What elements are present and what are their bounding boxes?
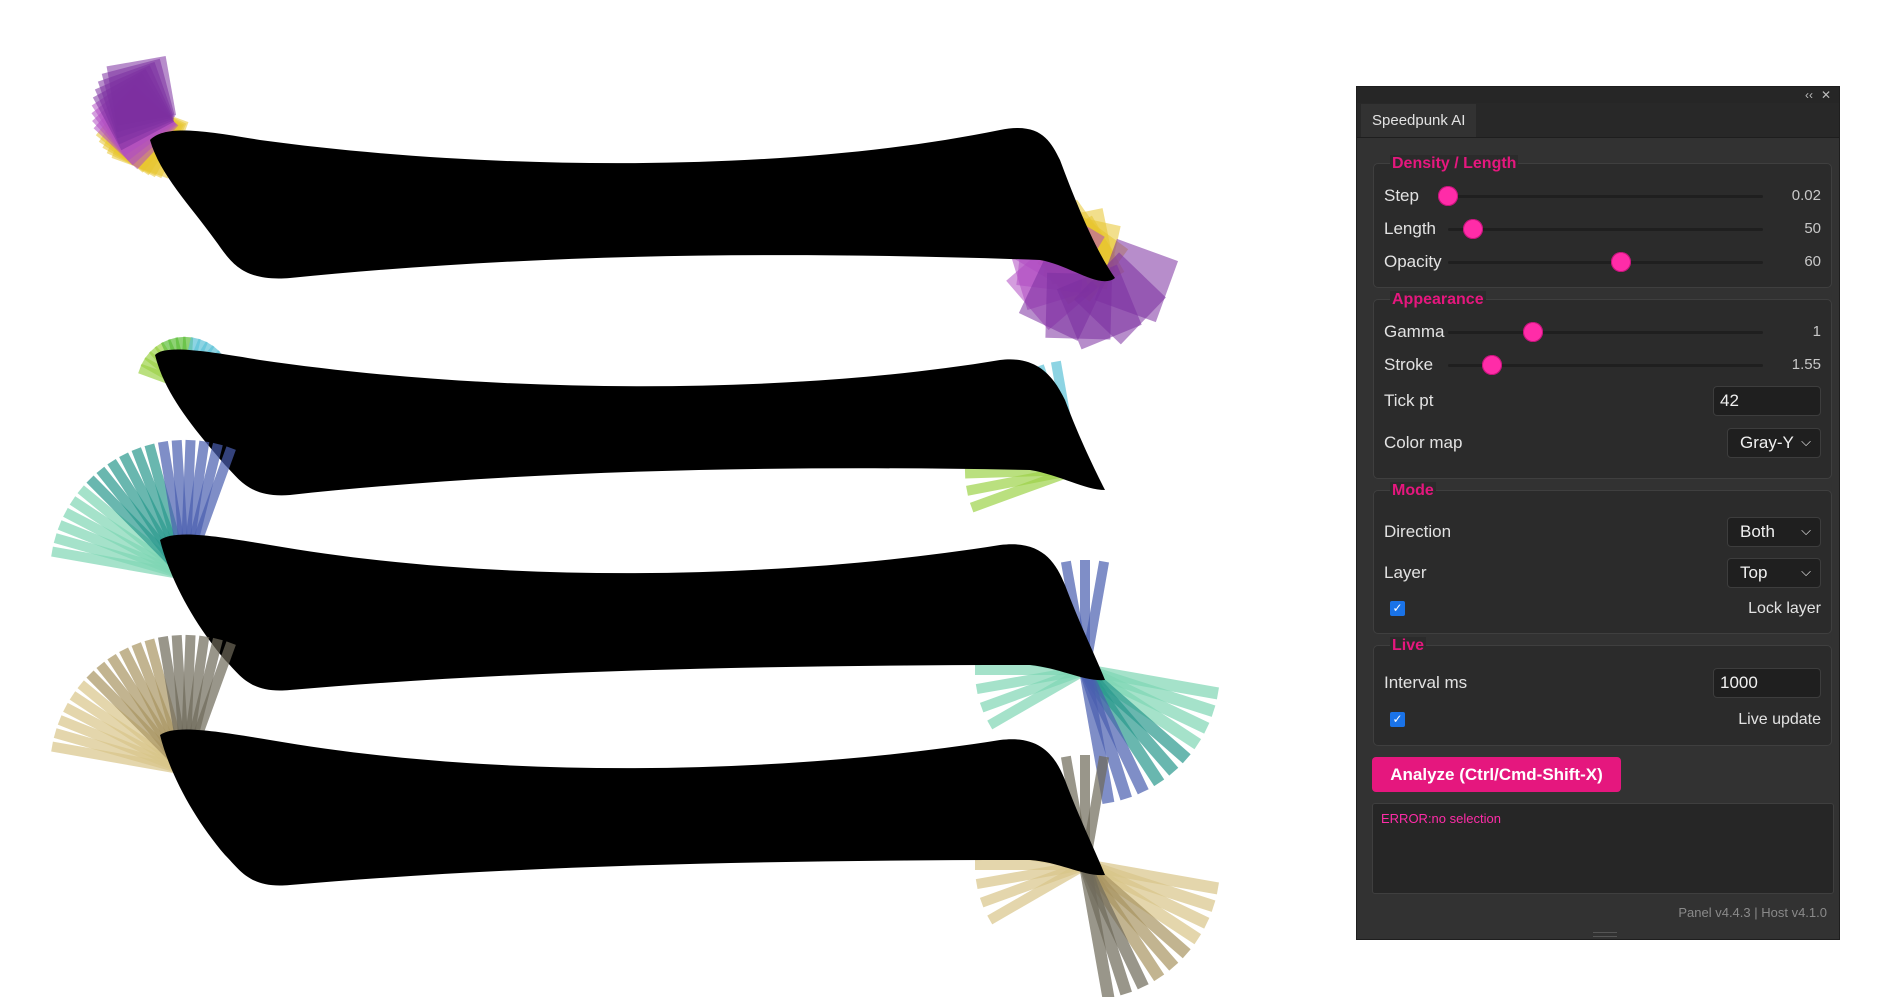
chevron-down-icon: ⌵ [1801, 523, 1811, 538]
interval-row: Interval ms 1000 [1384, 668, 1821, 698]
opacity-slider[interactable] [1448, 252, 1763, 272]
live-update-row: ✓ Live update [1384, 705, 1821, 735]
stroke-label: Stroke [1384, 355, 1434, 374]
length-slider-thumb[interactable] [1463, 219, 1484, 239]
slider-row-opacity: Opacity 60 [1384, 247, 1821, 277]
slider-row-step: Step 0.02 [1384, 181, 1821, 211]
chevron-down-icon: ⌵ [1801, 434, 1811, 449]
group-appearance: Appearance Gamma 1 Stroke 1.55 Tick pt 4… [1373, 291, 1832, 479]
version-footer: Panel v4.4.3 | Host v4.1.0 [1678, 905, 1827, 920]
stroke-value: 1.55 [1791, 356, 1821, 373]
log-error-text: ERROR:no selection [1381, 811, 1501, 826]
step-slider-thumb[interactable] [1438, 186, 1458, 206]
color-map-select[interactable]: Gray-Y ⌵ [1727, 428, 1821, 458]
opacity-label: Opacity [1384, 252, 1442, 271]
group-live-title: Live [1390, 637, 1427, 655]
opacity-slider-thumb[interactable] [1611, 252, 1632, 272]
tick-pt-row: Tick pt 42 [1384, 386, 1821, 416]
direction-value: Both [1740, 522, 1775, 541]
color-map-label: Color map [1384, 433, 1463, 452]
tick-pt-input[interactable]: 42 [1713, 386, 1821, 416]
stroke-slider-thumb[interactable] [1482, 355, 1503, 375]
analyze-button[interactable]: Analyze (Ctrl/Cmd-Shift-X) [1372, 757, 1621, 792]
group-live: Live Interval ms 1000 ✓ Live update [1373, 637, 1832, 746]
group-density-title: Density / Length [1390, 155, 1519, 173]
close-icon[interactable]: ✕ [1821, 87, 1831, 103]
chevron-down-icon: ⌵ [1801, 564, 1811, 579]
length-value: 50 [1804, 220, 1821, 237]
step-label: Step [1384, 186, 1419, 205]
gamma-slider[interactable] [1448, 322, 1763, 342]
length-slider[interactable] [1448, 219, 1763, 239]
length-label: Length [1384, 219, 1436, 238]
panel-titlebar: ‹‹ ✕ [1357, 87, 1839, 103]
lock-layer-row: ✓ Lock layer [1384, 594, 1821, 624]
log-output[interactable]: ERROR:no selection [1372, 803, 1834, 894]
speedpunk-panel: ‹‹ ✕ Speedpunk AI Density / Length Step … [1356, 86, 1840, 940]
color-map-value: Gray-Y [1740, 433, 1794, 452]
gamma-value: 1 [1812, 323, 1821, 340]
live-update-checkbox[interactable]: ✓ [1390, 712, 1405, 727]
tick-pt-label: Tick pt [1384, 391, 1434, 410]
shape-fill-1 [150, 128, 1115, 282]
direction-select[interactable]: Both ⌵ [1727, 517, 1821, 547]
group-appearance-title: Appearance [1390, 291, 1486, 309]
tab-speedpunk[interactable]: Speedpunk AI [1361, 104, 1477, 137]
opacity-value: 60 [1804, 253, 1821, 270]
artboard-canvas[interactable] [0, 0, 1260, 997]
color-map-row: Color map Gray-Y ⌵ [1384, 428, 1821, 458]
slider-row-gamma: Gamma 1 [1384, 317, 1821, 347]
layer-select[interactable]: Top ⌵ [1727, 558, 1821, 588]
group-density: Density / Length Step 0.02 Length 50 Opa… [1373, 155, 1832, 288]
interval-label: Interval ms [1384, 673, 1468, 692]
shape-fill-2 [155, 349, 1105, 496]
group-mode: Mode Direction Both ⌵ Layer Top ⌵ ✓ Lock… [1373, 482, 1832, 634]
live-update-label: Live update [1738, 711, 1821, 728]
stroke-shape-2[interactable] [138, 336, 1105, 513]
comb-tick [106, 56, 177, 126]
gamma-label: Gamma [1384, 322, 1445, 341]
group-mode-title: Mode [1390, 482, 1436, 500]
lock-layer-checkbox[interactable]: ✓ [1390, 601, 1405, 616]
resize-grip-icon[interactable] [1593, 932, 1617, 937]
gamma-slider-thumb[interactable] [1523, 322, 1544, 342]
slider-row-length: Length 50 [1384, 214, 1821, 244]
lock-layer-label: Lock layer [1748, 600, 1821, 617]
shape-fill-4 [160, 729, 1105, 886]
interval-input[interactable]: 1000 [1713, 668, 1821, 698]
shape-fill-3 [160, 534, 1105, 691]
slider-row-stroke: Stroke 1.55 [1384, 350, 1821, 380]
stroke-slider[interactable] [1448, 355, 1763, 375]
layer-label: Layer [1384, 563, 1427, 582]
layer-row: Layer Top ⌵ [1384, 558, 1821, 588]
step-slider[interactable] [1438, 186, 1763, 206]
step-value: 0.02 [1791, 187, 1821, 204]
stroke-shape-1[interactable] [91, 56, 1179, 350]
panel-tabstrip: Speedpunk AI [1357, 103, 1839, 138]
direction-label: Direction [1384, 522, 1452, 541]
direction-row: Direction Both ⌵ [1384, 517, 1821, 547]
layer-value: Top [1740, 563, 1768, 582]
collapse-icon[interactable]: ‹‹ [1805, 87, 1813, 103]
